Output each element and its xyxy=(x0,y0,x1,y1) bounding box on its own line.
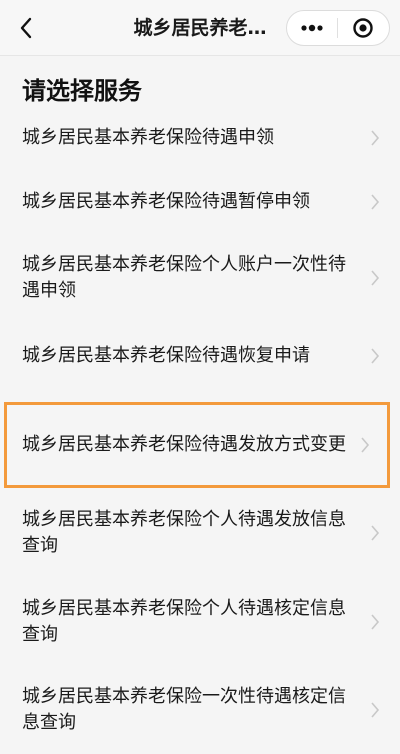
item-label: 城乡居民基本养老保险待遇申领 xyxy=(22,127,274,148)
more-dots-icon xyxy=(301,24,323,32)
item-label: 城乡居民基本养老保险待遇发放方式变更 xyxy=(22,434,346,455)
item-label: 城乡居民基本养老保险一次性待遇核定信息查询 xyxy=(22,686,346,733)
chevron-right-icon xyxy=(371,194,380,210)
item-label: 城乡居民基本养老保险个人待遇核定信息查询 xyxy=(22,598,346,645)
item-label: 城乡居民基本养老保险待遇恢复申请 xyxy=(22,345,310,366)
list-item[interactable]: 城乡居民基本养老保险待遇恢复申请 xyxy=(0,310,400,402)
section-title: 请选择服务 xyxy=(22,77,142,105)
page-title: 城乡居民养老… xyxy=(133,17,267,39)
list-item[interactable]: 城乡居民基本养老保险个人账户一次性待遇申领 xyxy=(0,246,400,310)
close-button[interactable] xyxy=(338,11,390,45)
list-item[interactable]: 城乡居民基本养老保险待遇申领 xyxy=(0,118,400,158)
list-item[interactable]: 城乡居民基本养老保险一次性待遇核定信息查询 xyxy=(0,666,400,754)
chevron-right-icon xyxy=(361,437,370,453)
mini-program-capsule xyxy=(286,10,390,46)
more-button[interactable] xyxy=(287,11,337,45)
chevron-right-icon xyxy=(371,614,380,630)
chevron-right-icon xyxy=(371,270,380,286)
target-close-icon xyxy=(353,18,373,38)
list-item[interactable]: 城乡居民基本养老保险个人待遇发放信息查询 xyxy=(0,488,400,578)
chevron-right-icon xyxy=(371,702,380,718)
chevron-right-icon xyxy=(371,130,380,146)
list-item[interactable]: 城乡居民基本养老保险待遇暂停申领 xyxy=(0,158,400,246)
navigation-bar: 城乡居民养老… xyxy=(0,0,400,56)
list-item[interactable]: 城乡居民基本养老保险个人待遇核定信息查询 xyxy=(0,578,400,666)
list-item-highlighted[interactable]: 城乡居民基本养老保险待遇发放方式变更 xyxy=(4,402,390,488)
item-label: 城乡居民基本养老保险个人账户一次性待遇申领 xyxy=(22,254,346,301)
chevron-left-icon xyxy=(20,17,32,39)
chevron-right-icon xyxy=(371,525,380,541)
item-label: 城乡居民基本养老保险个人待遇发放信息查询 xyxy=(22,509,346,556)
item-label: 城乡居民基本养老保险待遇暂停申领 xyxy=(22,191,310,212)
back-button[interactable] xyxy=(8,8,44,48)
chevron-right-icon xyxy=(371,348,380,364)
service-list: 城乡居民基本养老保险待遇申领 城乡居民基本养老保险待遇暂停申领 城乡居民基本养老… xyxy=(0,118,400,754)
